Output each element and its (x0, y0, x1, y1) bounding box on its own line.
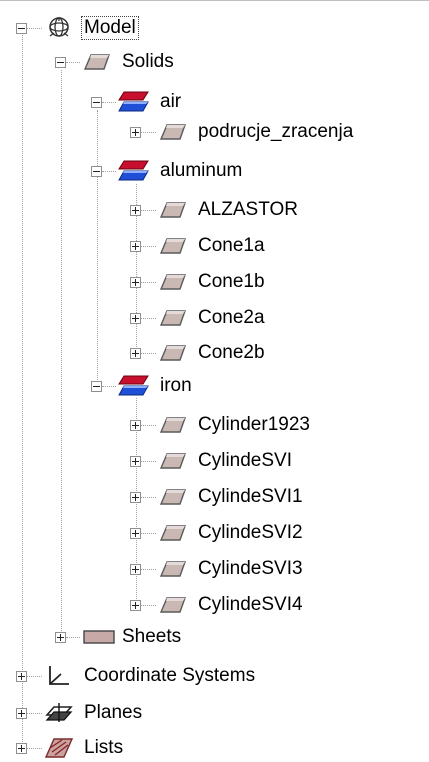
plane-icon (45, 703, 73, 722)
solid-icon (158, 559, 188, 579)
tree-label-podrucje-zracenja[interactable]: podrucje_zracenja (198, 121, 353, 143)
solid-icon (158, 343, 188, 363)
tree-label-lists[interactable]: Lists (84, 737, 123, 759)
tree-label-cylindesvi1[interactable]: CylindeSVI1 (198, 486, 303, 508)
expand-toggle[interactable] (16, 743, 27, 754)
expand-toggle[interactable] (130, 241, 141, 252)
tree-label-cylindesvi2[interactable]: CylindeSVI2 (198, 522, 303, 544)
list-icon (44, 738, 74, 758)
solid-icon (158, 200, 188, 220)
expand-toggle[interactable] (130, 528, 141, 539)
solid-icon (158, 308, 188, 328)
tree-label-cone1b[interactable]: Cone1b (198, 271, 265, 293)
tree-label-alzastor[interactable]: ALZASTOR (198, 199, 298, 221)
solid-icon (158, 122, 188, 142)
solid-icon (82, 52, 112, 72)
collapse-toggle[interactable] (16, 23, 27, 34)
material-icon (117, 158, 151, 184)
solid-icon (158, 487, 188, 507)
solid-icon (158, 595, 188, 615)
material-icon (117, 373, 151, 399)
expand-toggle[interactable] (130, 348, 141, 359)
tree-label-aluminum[interactable]: aluminum (160, 160, 242, 182)
solid-icon (158, 272, 188, 292)
collapse-toggle[interactable] (91, 97, 102, 108)
collapse-toggle[interactable] (55, 57, 66, 68)
sheet-icon (83, 630, 115, 644)
solid-icon (158, 451, 188, 471)
expand-toggle[interactable] (55, 632, 66, 643)
tree-label-air[interactable]: air (160, 91, 181, 113)
expand-toggle[interactable] (130, 277, 141, 288)
tree-top-border (0, 0, 429, 1)
expand-toggle[interactable] (130, 420, 141, 431)
expand-toggle[interactable] (130, 564, 141, 575)
model-icon (49, 17, 69, 37)
tree-label-cone2b[interactable]: Cone2b (198, 342, 265, 364)
solid-icon (158, 415, 188, 435)
tree-label-model[interactable]: Model (81, 16, 139, 40)
tree-label-cylindesvi[interactable]: CylindeSVI (198, 450, 292, 472)
tree-label-cone1a[interactable]: Cone1a (198, 235, 265, 257)
expand-toggle[interactable] (130, 313, 141, 324)
tree-label-solids[interactable]: Solids (122, 51, 174, 73)
tree-label-cone2a[interactable]: Cone2a (198, 307, 265, 329)
tree-label-coordinate-systems[interactable]: Coordinate Systems (84, 665, 255, 687)
expand-toggle[interactable] (16, 708, 27, 719)
expand-toggle[interactable] (130, 456, 141, 467)
material-icon (117, 89, 151, 115)
tree-label-cylinder1923[interactable]: Cylinder1923 (198, 414, 310, 436)
expand-toggle[interactable] (130, 600, 141, 611)
collapse-toggle[interactable] (91, 166, 102, 177)
tree-label-sheets[interactable]: Sheets (122, 626, 181, 648)
solid-icon (158, 523, 188, 543)
tree-label-iron[interactable]: iron (160, 375, 192, 397)
tree-label-cylindesvi3[interactable]: CylindeSVI3 (198, 558, 303, 580)
expand-toggle[interactable] (16, 671, 27, 682)
coordinate-system-icon (49, 666, 69, 685)
expand-toggle[interactable] (130, 492, 141, 503)
expand-toggle[interactable] (130, 205, 141, 216)
collapse-toggle[interactable] (91, 381, 102, 392)
solid-icon (158, 236, 188, 256)
expand-toggle[interactable] (130, 127, 141, 138)
tree-label-planes[interactable]: Planes (84, 702, 142, 724)
tree-label-cylindesvi4[interactable]: CylindeSVI4 (198, 594, 303, 616)
